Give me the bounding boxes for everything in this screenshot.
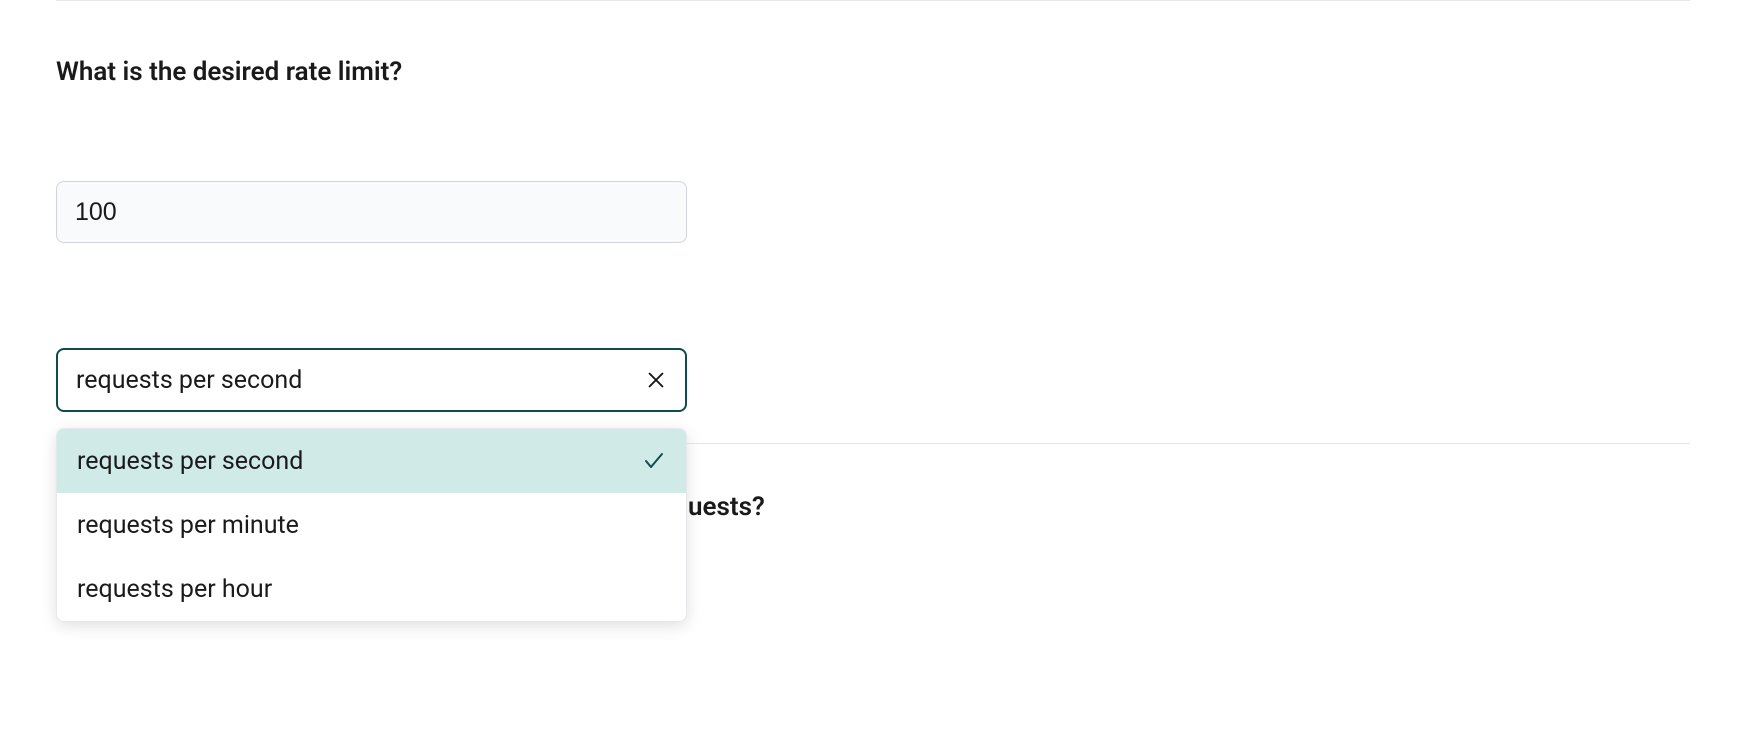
dropdown-option-per-minute[interactable]: requests per minute	[57, 493, 686, 557]
unit-combobox[interactable]: requests per second	[56, 348, 687, 412]
dropdown-option-label: requests per minute	[77, 511, 299, 540]
dropdown-option-per-second[interactable]: requests per second	[57, 429, 686, 493]
section-divider	[56, 0, 1690, 1]
unit-combobox-value: requests per second	[76, 366, 302, 395]
rate-limit-question-label: What is the desired rate limit?	[56, 57, 1690, 87]
clear-icon[interactable]	[645, 369, 667, 391]
rate-limit-value-input[interactable]	[56, 181, 687, 243]
dropdown-option-label: requests per second	[77, 447, 303, 476]
check-icon	[642, 449, 666, 473]
dropdown-option-label: requests per hour	[77, 575, 272, 604]
unit-combobox-wrapper: requests per second requests per second …	[56, 348, 687, 412]
next-question-fragment: uests?	[688, 492, 765, 522]
form-container: What is the desired rate limit? requests…	[0, 57, 1746, 412]
unit-dropdown: requests per second requests per minute …	[56, 428, 687, 622]
dropdown-option-per-hour[interactable]: requests per hour	[57, 557, 686, 621]
